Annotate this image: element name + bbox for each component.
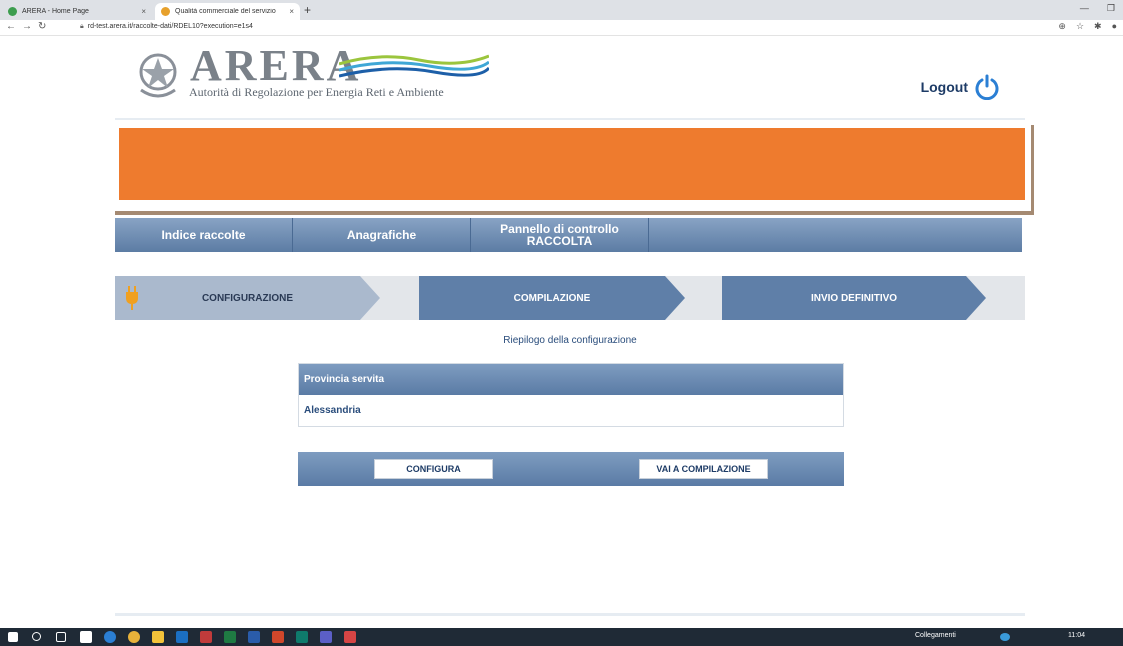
close-icon[interactable]: × [289,7,294,16]
excel-icon[interactable] [224,631,236,643]
access-icon[interactable] [200,631,212,643]
main-menu: Indice raccolte Anagrafiche Pannello di … [115,218,1022,252]
teams-icon[interactable] [320,631,332,643]
reload-icon[interactable]: ↻ [38,21,46,32]
extensions-icon[interactable]: ✱ [1094,21,1102,32]
logo-waves-icon [339,54,489,78]
forward-icon[interactable]: → [22,21,32,32]
acrobat-icon[interactable] [344,631,356,643]
step-label: COMPILAZIONE [513,292,591,304]
power-icon [975,74,999,100]
star-icon[interactable]: ☆ [1076,21,1084,32]
back-icon[interactable]: ← [6,21,16,32]
browser-tab-home[interactable]: ARERA - Home Page × [2,3,152,20]
close-icon[interactable]: × [141,7,146,16]
minimize-icon[interactable]: — [1080,3,1089,14]
file-explorer-icon[interactable] [152,631,164,643]
step-label: CONFIGURAZIONE [201,292,294,304]
profile-icon[interactable]: ● [1112,21,1117,32]
orange-banner [119,128,1025,200]
logout-label: Logout [920,79,968,95]
vai-a-compilazione-button[interactable]: VAI A COMPILAZIONE [639,459,768,479]
content-area: ARERA Autorità di Regolazione per Energi… [115,36,1034,628]
powerpoint-icon[interactable] [272,631,284,643]
menu-item-label: RACCOLTA [526,234,593,248]
table-header: Provincia servita [299,364,843,395]
tab-title: ARERA - Home Page [22,8,89,15]
search-icon[interactable] [32,632,41,641]
step-configurazione[interactable]: CONFIGURAZIONE [115,276,380,320]
chrome-icon[interactable] [128,631,140,643]
configuration-table: Provincia servita Alessandria [298,363,844,427]
new-tab-button[interactable]: + [304,3,311,17]
configura-button[interactable]: CONFIGURA [374,459,493,479]
url-field[interactable]: 🔒︎ rd-test.arera.it/raccolte-dati/RDEL10?… [80,23,253,31]
arera-favicon-icon [8,7,17,16]
publisher-icon[interactable] [296,631,308,643]
page: ARERA Autorità di Regolazione per Energi… [0,36,1123,628]
window-controls: — ❐ [1080,3,1115,14]
zoom-icon[interactable]: ⊕ [1058,21,1066,32]
outlook-icon[interactable] [176,631,188,643]
url-text: rd-test.arera.it/raccolte-dati/RDEL10?ex… [87,23,253,30]
browser-tab-strip: ARERA - Home Page × Qualità commerciale … [0,0,1123,20]
logout-button[interactable]: Logout [921,74,1000,100]
onedrive-icon[interactable] [1000,633,1010,641]
page-favicon-icon [161,7,170,16]
logo-subtitle: Autorità di Regolazione per Energia Reti… [189,85,444,99]
edge-icon[interactable] [104,631,116,643]
republic-emblem-icon [139,53,177,98]
tab-title: Qualità commerciale del servizio [175,8,276,15]
menu-item-pannello-controllo[interactable]: Pannello di controllo RACCOLTA [471,218,649,252]
windows-start-icon[interactable] [8,632,18,642]
table-cell-provincia: Alessandria [304,405,361,416]
summary-title: Riepilogo della configurazione [503,335,637,346]
menu-item-indice-raccolte[interactable]: Indice raccolte [115,218,293,252]
browser-tab-active[interactable]: Qualità commerciale del servizio × [155,3,300,20]
clock[interactable]: 11:04 [1068,632,1085,639]
workflow-steps: CONFIGURAZIONE COMPILAZIONE INVIO DEFINI… [115,276,1025,320]
step-label: INVIO DEFINITIVO [810,292,898,304]
task-view-icon[interactable] [56,632,66,642]
footer-divider [115,613,1025,616]
step-invio-definitivo[interactable]: INVIO DEFINITIVO [722,276,986,320]
word-icon[interactable] [248,631,260,643]
step-compilazione[interactable]: COMPILAZIONE [419,276,685,320]
mail-icon[interactable] [80,631,92,643]
banner-shadow [1031,125,1034,213]
menu-item-anagrafiche[interactable]: Anagrafiche [293,218,471,252]
actions-bar: CONFIGURA VAI A COMPILAZIONE [298,452,844,486]
windows-taskbar: Collegamenti 11:04 [0,628,1123,646]
logo-text: ARERA [190,41,362,90]
plug-icon [126,286,138,310]
address-bar: ← → ↻ 🔒︎ rd-test.arera.it/raccolte-dati/R… [0,20,1123,36]
restore-icon[interactable]: ❐ [1107,3,1115,14]
site-header: ARERA Autorità di Regolazione per Energi… [115,36,1025,120]
banner-shadow [115,211,1034,215]
lock-icon: 🔒︎ [80,23,84,30]
links-toolbar-label[interactable]: Collegamenti [915,632,956,639]
toolbar-icons: ⊕ ☆ ✱ ● [1058,21,1117,32]
